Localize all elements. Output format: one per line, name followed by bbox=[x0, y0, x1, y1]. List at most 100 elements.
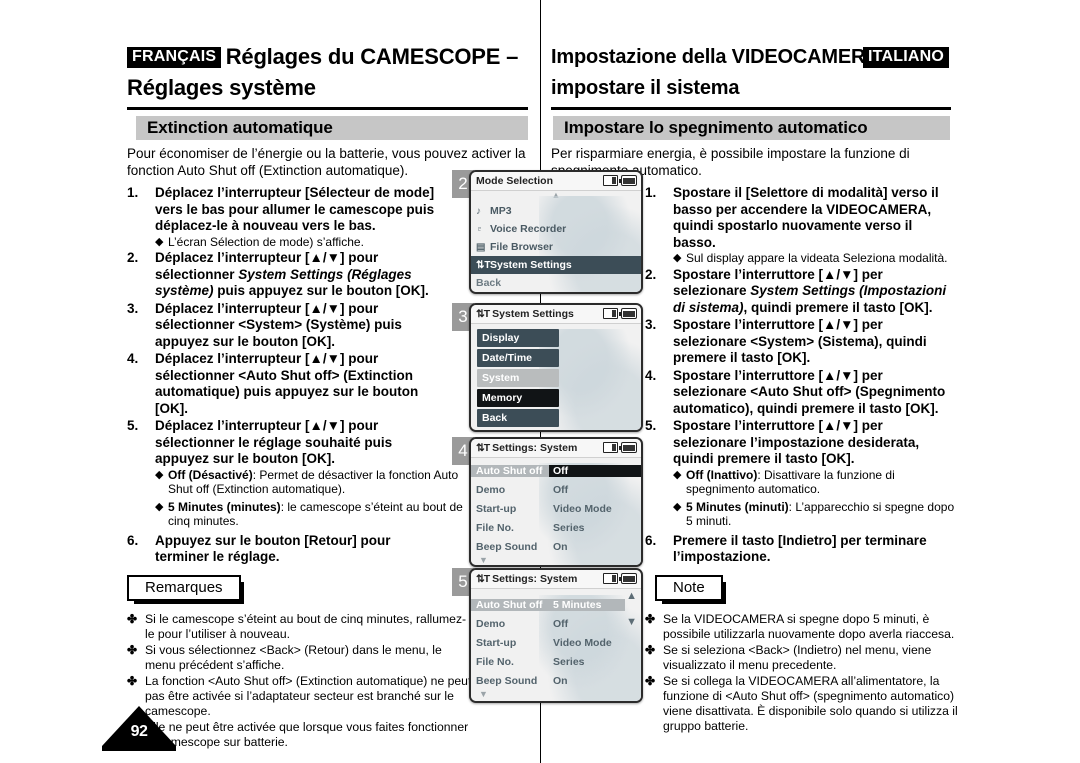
lcd-title-bar: ⇅T System Settings bbox=[471, 305, 641, 324]
scroll-up-arrow-icon[interactable]: ▲ bbox=[471, 191, 641, 202]
setting-label: Start-up bbox=[476, 636, 517, 649]
page-number: 92 bbox=[130, 723, 148, 740]
lcd-title: Settings: System bbox=[492, 573, 578, 585]
section-bar-italian: Impostare lo spegnimento automatico bbox=[553, 116, 950, 140]
scroll-down-arrow-icon[interactable]: ▼ bbox=[626, 617, 637, 628]
menu-button-date-time[interactable]: Date/Time bbox=[477, 349, 559, 367]
step-number: 3. bbox=[645, 317, 657, 332]
setting-row-beep-sound[interactable]: Beep Sound On bbox=[471, 537, 641, 556]
notes-title-box-italian: Note bbox=[655, 574, 726, 604]
setting-row-auto-shut-off[interactable]: Auto Shut off Off bbox=[471, 461, 641, 480]
menu-button-back[interactable]: Back bbox=[477, 409, 559, 427]
step-number: 2. bbox=[645, 266, 657, 282]
menu-item-file-browser[interactable]: ▤ File Browser bbox=[471, 238, 641, 256]
step-number: 6. bbox=[645, 532, 657, 548]
setting-row-beep-sound[interactable]: Beep Sound On bbox=[471, 671, 641, 690]
scroll-up-arrow-icon[interactable]: ▲ bbox=[626, 591, 637, 602]
page-title-french-line2: Réglages système bbox=[127, 75, 316, 100]
list-item: 1. Spostare il [Selettore di modalità] v… bbox=[645, 185, 956, 251]
menu-button-system[interactable]: System bbox=[477, 369, 559, 387]
setting-value: Series bbox=[553, 655, 585, 668]
steps-list-french: 1. Déplacez l’interrupteur [Sélecteur de… bbox=[127, 185, 527, 566]
cross-bullet-icon: ✤ bbox=[645, 642, 656, 657]
sub-text: L’écran Sélection de mode) s’affiche. bbox=[168, 234, 364, 249]
step-text-post: , quindi premere il tasto [OK]. bbox=[743, 299, 933, 315]
step-number: 6. bbox=[127, 532, 139, 548]
list-item: ✤ Se si collega la VIDEOCAMERA all’alime… bbox=[645, 674, 965, 734]
setting-row-start-up[interactable]: Start-up Video Mode bbox=[471, 633, 641, 652]
list-item: 2. Spostare l’interruttore [▲/▼] per sel… bbox=[645, 267, 956, 317]
setting-row-auto-shut-off[interactable]: Auto Shut off 5 Minutes bbox=[471, 595, 641, 614]
note-text: Elle ne peut être activée que lorsque vo… bbox=[145, 719, 469, 749]
setting-row-start-up[interactable]: Start-up Video Mode bbox=[471, 499, 641, 518]
lcd-title-bar: Mode Selection bbox=[471, 172, 641, 191]
page-title-french-line1: Réglages du CAMESCOPE – bbox=[225, 44, 519, 69]
list-item: 6. Appuyez sur le bouton [Retour] pour t… bbox=[127, 533, 445, 566]
sub-text: Off (Inattivo): Disattivare la funzione … bbox=[686, 468, 956, 497]
setting-row-demo[interactable]: Demo Off bbox=[471, 480, 641, 499]
scroll-down-arrow-icon[interactable]: ▼ bbox=[471, 690, 641, 701]
menu-item-system-settings[interactable]: ⇅T System Settings bbox=[471, 256, 641, 274]
diamond-bullet-icon: ◆ bbox=[155, 235, 164, 248]
header-french: FRANÇAIS Réglages du CAMESCOPE – Réglage… bbox=[127, 44, 527, 101]
step-number: 2. bbox=[127, 250, 139, 265]
list-item: ◆ Off (Désactivé): Permet de désactiver … bbox=[155, 468, 485, 497]
sub-list: ◆ Sul display appare la videata Selezion… bbox=[673, 251, 956, 266]
lcd-status-icons bbox=[603, 308, 637, 319]
cross-bullet-icon: ✤ bbox=[127, 611, 138, 626]
step-text: Spostare il [Selettore di modalità] vers… bbox=[673, 185, 939, 250]
setting-row-demo[interactable]: Demo Off bbox=[471, 614, 641, 633]
note-text: Si vous sélectionnez <Back> (Retour) dan… bbox=[145, 642, 442, 672]
list-item: ◆ Off (Inattivo): Disattivare la funzion… bbox=[673, 468, 956, 497]
menu-button-display[interactable]: Display bbox=[477, 329, 559, 347]
list-item: ✤ Se si seleziona <Back> (Indietro) nel … bbox=[645, 643, 965, 673]
setting-label: Auto Shut off bbox=[471, 598, 549, 611]
setting-label: File No. bbox=[476, 655, 514, 668]
settings-sliders-icon: ⇅T bbox=[476, 573, 490, 585]
sub-list: ◆ Off (Inattivo): Disattivare la funzion… bbox=[673, 468, 956, 529]
page-title-italian-line1: Impostazione della VIDEOCAMERA: bbox=[551, 46, 886, 68]
sub-list: ◆ Off (Désactivé): Permet de désactiver … bbox=[155, 468, 485, 529]
menu-item-mp3[interactable]: ♪ MP3 bbox=[471, 202, 641, 220]
diamond-bullet-icon: ◆ bbox=[673, 500, 682, 513]
step-text-post: puis appuyez sur le bouton [OK]. bbox=[213, 283, 429, 298]
settings-sliders-icon: ⇅T bbox=[476, 259, 491, 271]
list-item: 3. Spostare l’interruttore [▲/▼] per sel… bbox=[645, 317, 956, 367]
setting-row-file-no[interactable]: File No. Series bbox=[471, 518, 641, 537]
battery-icon bbox=[619, 573, 637, 584]
lcd-title: Mode Selection bbox=[476, 175, 554, 187]
diamond-bullet-icon: ◆ bbox=[673, 468, 682, 481]
list-item: Elle ne peut être activée que lorsque vo… bbox=[127, 720, 472, 750]
cross-bullet-icon: ✤ bbox=[645, 673, 656, 688]
memory-card-icon bbox=[603, 175, 618, 186]
step-number: 1. bbox=[127, 185, 139, 200]
setting-row-file-no[interactable]: File No. Series bbox=[471, 652, 641, 671]
setting-label: Auto Shut off bbox=[471, 464, 549, 477]
lcd-content: ▲ ▼ Auto Shut off 5 Minutes Demo Off Sta… bbox=[471, 589, 641, 701]
sub-text: Sul display appare la videata Seleziona … bbox=[686, 251, 948, 265]
menu-item-back[interactable]: Back bbox=[471, 274, 641, 292]
diamond-bullet-icon: ◆ bbox=[155, 468, 164, 481]
note-text: La fonction <Auto Shut off> (Extinction … bbox=[145, 673, 472, 718]
menu-item-voice-recorder[interactable]: ♇ Voice Recorder bbox=[471, 220, 641, 238]
menu-button-memory[interactable]: Memory bbox=[477, 389, 559, 407]
lcd-status-icons bbox=[603, 573, 637, 584]
setting-label: File No. bbox=[476, 521, 514, 534]
menu-item-label: System Settings bbox=[490, 259, 572, 271]
lcd-status-icons bbox=[603, 442, 637, 453]
diamond-bullet-icon: ◆ bbox=[673, 252, 682, 264]
step-text: Déplacez l’interrupteur [▲/▼] pour sélec… bbox=[155, 418, 393, 466]
lcd-screen: Mode Selection ▲ ♪ MP3 ♇ Voice Recorder … bbox=[469, 170, 643, 294]
step-number: 1. bbox=[645, 185, 657, 200]
step-text: Spostare l’interruttore [▲/▼] per selezi… bbox=[673, 367, 946, 416]
scroll-down-arrow-icon[interactable]: ▼ bbox=[471, 556, 641, 565]
setting-value: 5 Minutes bbox=[549, 598, 625, 611]
menu-item-label: Voice Recorder bbox=[490, 223, 567, 235]
setting-label: Demo bbox=[476, 483, 506, 496]
header-italian: Impostazione della VIDEOCAMERA: ITALIANO… bbox=[551, 44, 951, 101]
note-text: Si le camescope s’éteint au bout de cinq… bbox=[145, 611, 467, 641]
step-text: Déplacez l’interrupteur [▲/▼] pour sélec… bbox=[155, 300, 402, 349]
diamond-bullet-icon: ◆ bbox=[155, 500, 164, 513]
setting-label: Beep Sound bbox=[476, 674, 538, 687]
lcd-status-icons bbox=[603, 175, 637, 186]
